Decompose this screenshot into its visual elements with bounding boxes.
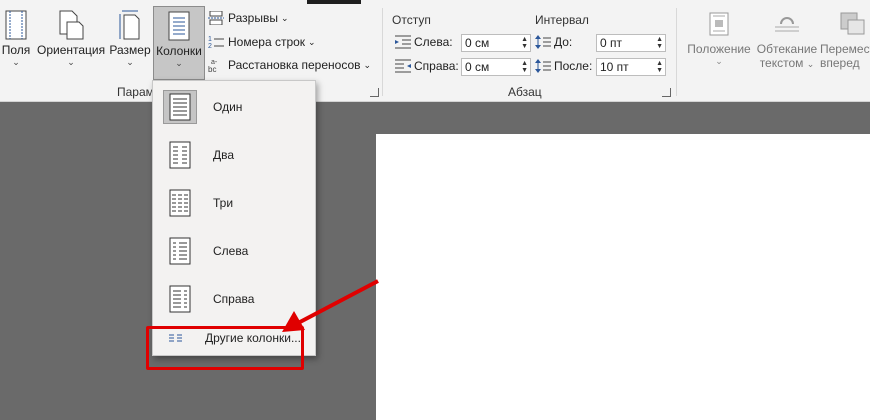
- annotation-arrow-icon: [282, 279, 379, 332]
